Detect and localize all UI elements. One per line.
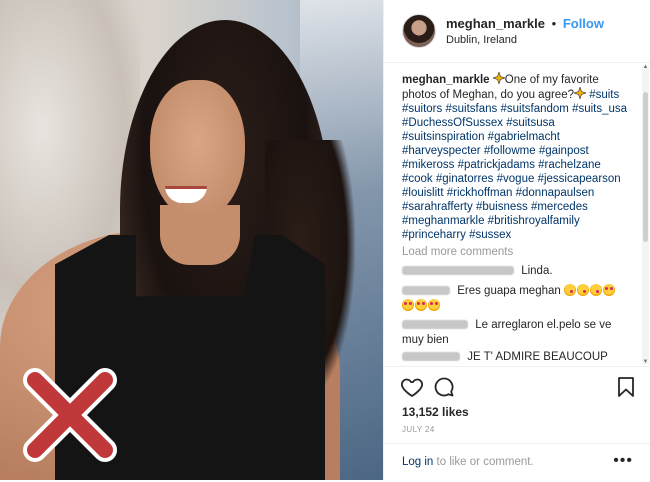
hashtag-link[interactable]: #princeharry	[402, 229, 466, 241]
hashtag-link[interactable]: #jessicapearson	[538, 173, 621, 185]
hashtag-link[interactable]: #suits	[589, 89, 619, 101]
hashtag-link[interactable]: #cook	[402, 173, 433, 185]
header-separator: •	[551, 16, 557, 31]
hashtag-link[interactable]: #suitsfans	[445, 103, 497, 115]
post-panel: meghan_markle • Follow Dublin, Ireland m…	[383, 0, 650, 480]
scroll-thumb[interactable]	[643, 92, 648, 242]
hashtag-link[interactable]: #suitsusa	[506, 117, 555, 129]
hashtag-link[interactable]: #sussex	[469, 229, 511, 241]
heart-eyes-emoji-icon	[602, 284, 615, 296]
comment-username-blurred[interactable]	[402, 352, 460, 362]
hashtag-link[interactable]: #mikeross	[402, 159, 454, 171]
red-x-mark-icon	[23, 368, 117, 462]
comment-username-blurred[interactable]	[402, 286, 450, 296]
comment-text: Linda.	[521, 265, 553, 277]
comment-item: JE T' ADMIRE BEAUCOUP CAR	[402, 350, 632, 366]
heart-icon[interactable]	[400, 375, 424, 399]
comment-username-blurred[interactable]	[402, 320, 468, 330]
scroll-down-arrow-icon[interactable]: ▼	[642, 359, 649, 366]
caption: meghan_markle One of my favorite photos …	[402, 71, 632, 242]
heart-eyes-emoji-icon	[428, 299, 440, 311]
hashtag-link[interactable]: #mercedes	[531, 201, 588, 213]
heart-eyes-emoji-icon	[415, 299, 427, 311]
comments-list[interactable]: meghan_markle One of my favorite photos …	[384, 62, 639, 366]
hashtag-link[interactable]: #louislitt	[402, 187, 444, 199]
hashtag-link[interactable]: #suitors	[402, 103, 442, 115]
hashtag-link[interactable]: #meghanmarkle	[402, 215, 484, 227]
hashtag-list: #suits #suitors #suitsfans #suitsfandom …	[402, 89, 627, 241]
post-date: JULY 24	[402, 425, 435, 434]
comment-item: Eres guapa meghan	[402, 284, 632, 314]
heart-eyes-emoji-icon	[402, 299, 414, 311]
header-username[interactable]: meghan_markle	[446, 16, 545, 31]
hashtag-link[interactable]: #gainpost	[539, 145, 589, 157]
hashtag-link[interactable]: #rickhoffman	[447, 187, 513, 199]
login-prompt-text: to like or comment.	[433, 456, 534, 468]
comment-username-blurred[interactable]	[402, 266, 514, 276]
hashtag-link[interactable]: #rachelzane	[538, 159, 601, 171]
comment-item: Le arreglaron el.pelo se ve muy bien	[402, 318, 632, 348]
hashtag-link[interactable]: #donnapaulsen	[516, 187, 595, 199]
hashtag-link[interactable]: #sarahrafferty	[402, 201, 473, 213]
hashtag-link[interactable]: #buisness	[476, 201, 528, 213]
comment-item: Linda.	[402, 264, 632, 279]
hashtag-link[interactable]: #followme	[484, 145, 536, 157]
hashtag-link[interactable]: #ginatorres	[436, 173, 494, 185]
hashtag-link[interactable]: #suitsfandom	[500, 103, 568, 115]
post-photo[interactable]	[0, 0, 383, 480]
comment-text: Eres guapa meghan	[457, 285, 561, 297]
caption-username[interactable]: meghan_markle	[402, 74, 490, 86]
bookmark-icon[interactable]	[614, 375, 638, 399]
hashtag-link[interactable]: #harveyspecter	[402, 145, 481, 157]
hashtag-link[interactable]: #suitsinspiration	[402, 131, 484, 143]
avatar[interactable]	[402, 14, 436, 48]
post-header: meghan_markle • Follow Dublin, Ireland	[384, 0, 650, 63]
hashtag-link[interactable]: #vogue	[497, 173, 535, 185]
likes-count[interactable]: 13,152 likes	[402, 405, 469, 419]
hashtag-link[interactable]: #DuchessOfSussex	[402, 117, 503, 129]
login-link[interactable]: Log in	[402, 456, 433, 468]
more-options-icon[interactable]: •••	[613, 452, 633, 470]
hashtag-link[interactable]: #britishroyalfamily	[488, 215, 580, 227]
hashtag-link[interactable]: #gabrielmacht	[488, 131, 560, 143]
login-bar: Log in to like or comment. •••	[384, 443, 650, 482]
load-more-comments[interactable]: Load more comments	[402, 246, 513, 258]
hashtag-link[interactable]: #suits_usa	[572, 103, 627, 115]
sparkle-icon	[491, 71, 506, 85]
kiss-emoji-icon	[576, 284, 589, 296]
kiss-emoji-icon	[589, 284, 602, 296]
sparkle-icon	[573, 86, 587, 100]
location-link[interactable]: Dublin, Ireland	[446, 34, 517, 46]
scroll-up-arrow-icon[interactable]: ▲	[642, 64, 649, 71]
follow-button[interactable]: Follow	[563, 16, 604, 31]
action-bar: 13,152 likes JULY 24 Log in to like or c…	[384, 366, 650, 481]
hashtag-link[interactable]: #patrickjadams	[458, 159, 535, 171]
comments-scrollbar[interactable]: ▲ ▼	[642, 64, 649, 366]
comment-icon[interactable]	[432, 375, 456, 399]
kiss-emoji-icon	[563, 284, 576, 296]
